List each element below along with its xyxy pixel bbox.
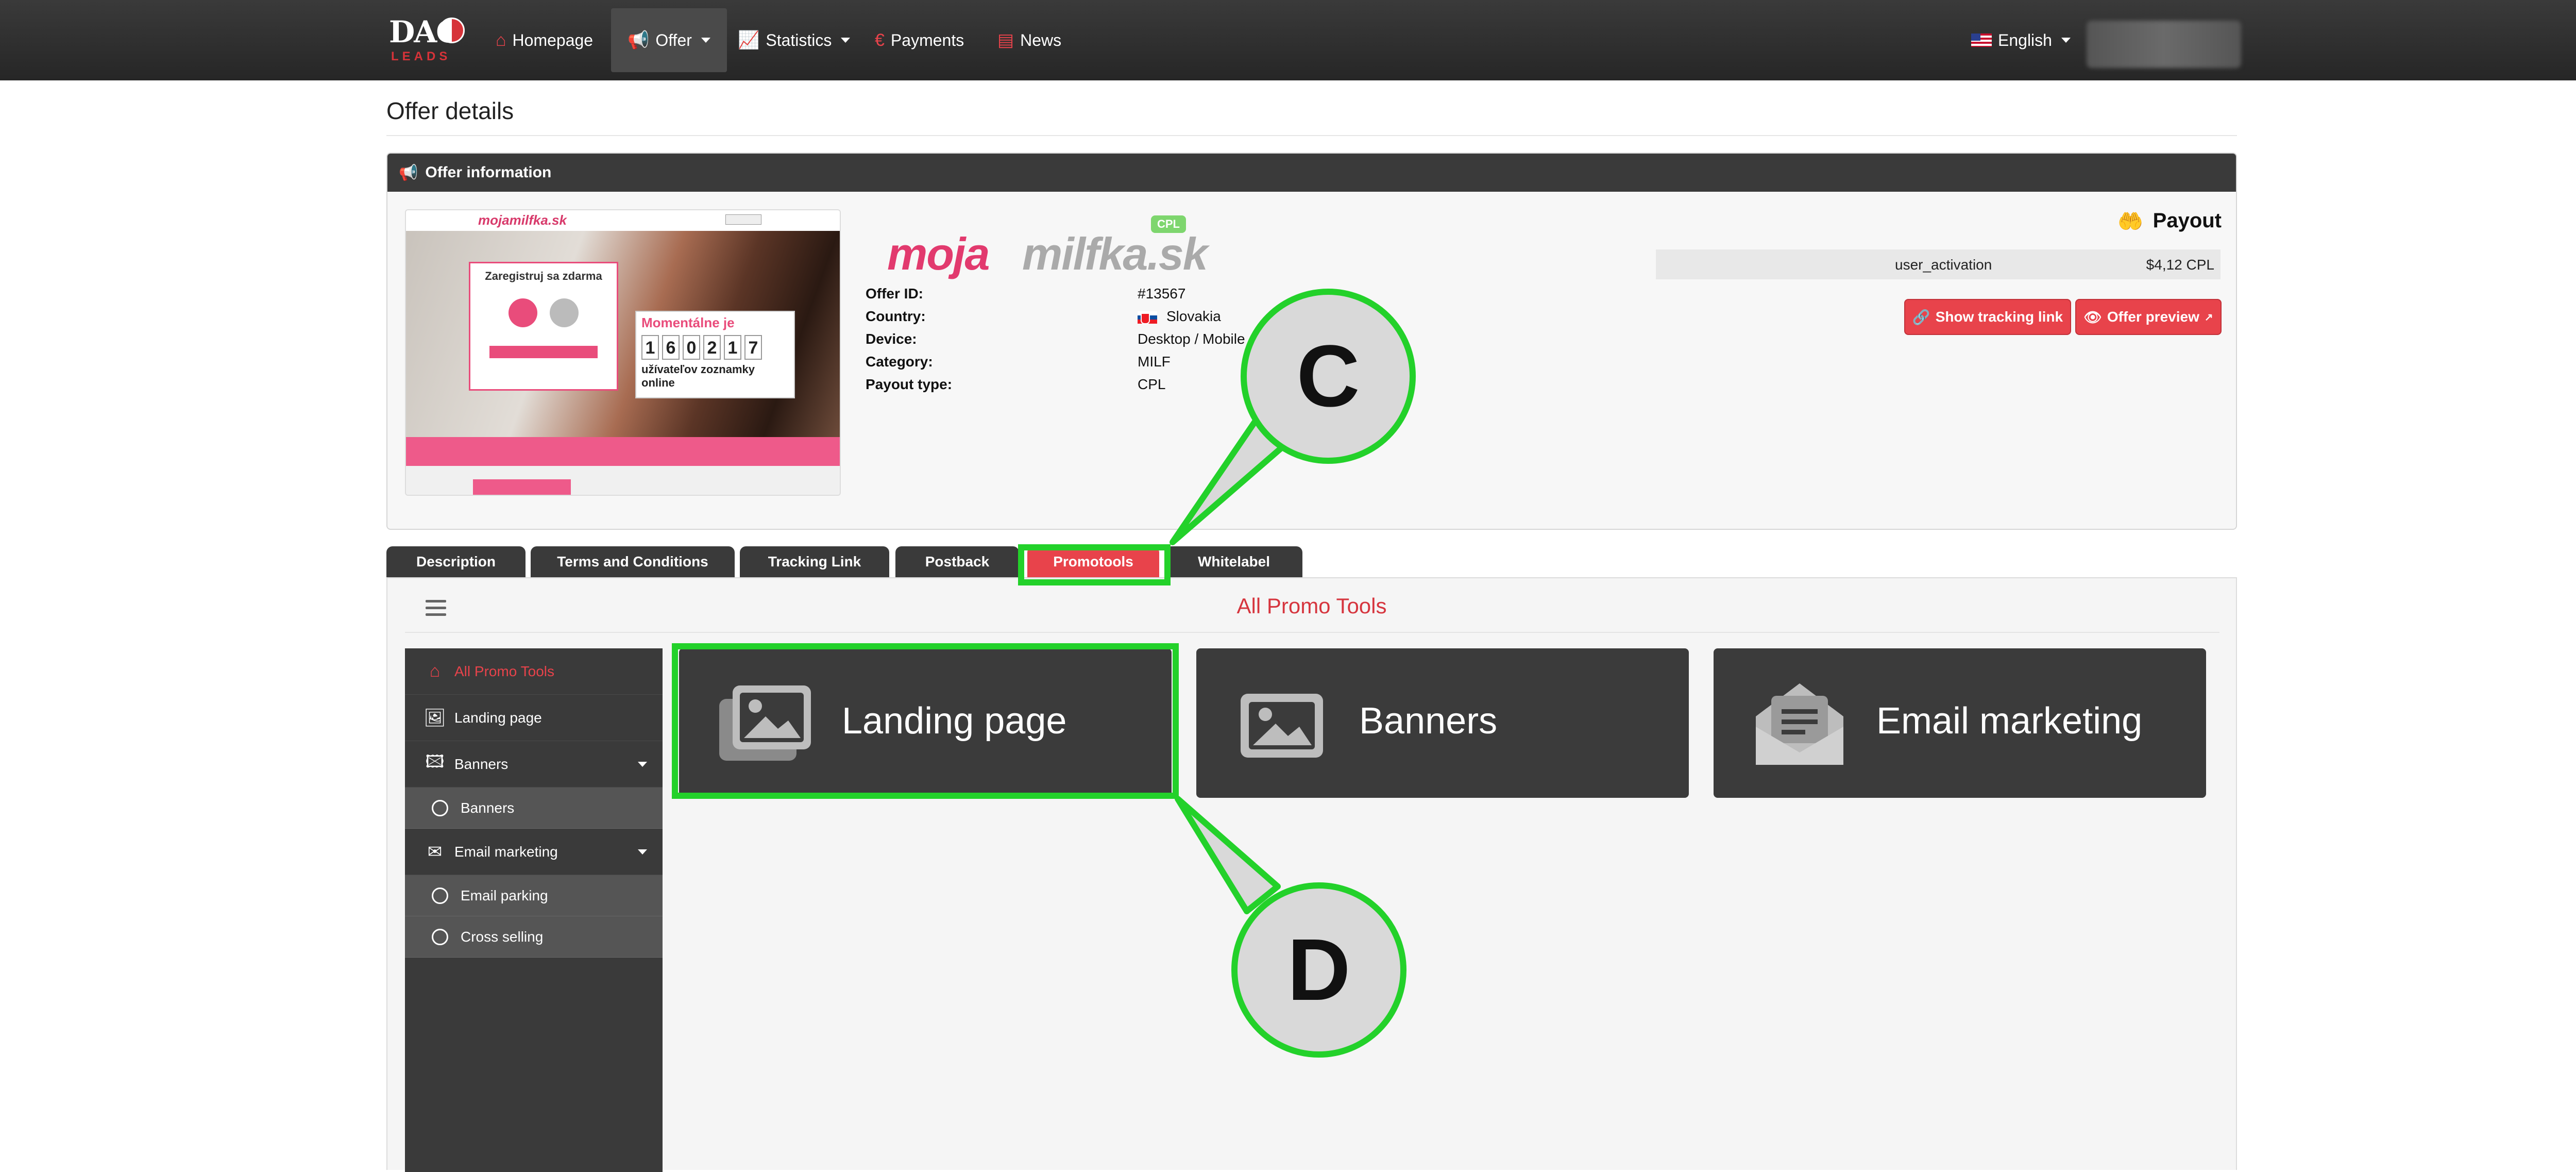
tab-postback[interactable]: Postback [895, 546, 1019, 577]
offer-brand-logo: moja milfka.sk CPL [887, 215, 1217, 279]
digit: 1 [641, 335, 659, 360]
landing-page-highlight-box [672, 643, 1179, 799]
external-link-icon: ↗ [2204, 311, 2213, 323]
sidebar-subitem-cross-selling[interactable]: Cross selling [405, 916, 663, 958]
show-tracking-link-button[interactable]: 🔗 Show tracking link [1904, 299, 2071, 335]
nav-homepage[interactable]: ⌂ Homepage [496, 0, 593, 80]
top-navbar: DAO LEADS ⌂ Homepage 📢 Offer 📈 Statistic… [0, 0, 2576, 80]
male-icon [509, 298, 537, 327]
nav-statistics[interactable]: 📈 Statistics [738, 0, 851, 80]
circle-icon [432, 799, 448, 816]
chevron-down-icon [2061, 38, 2071, 43]
nav-offer-label: Offer [655, 30, 692, 49]
user-menu-blurred[interactable] [2087, 21, 2241, 68]
nav-payments[interactable]: € Payments [875, 0, 964, 80]
callout-c: C [1241, 289, 1416, 464]
female-icon [550, 298, 579, 327]
card-email-marketing-label: Email marketing [1876, 700, 2143, 742]
brand-part2: milfka.sk [1022, 228, 1208, 279]
link-icon: 🔗 [1912, 309, 1930, 325]
offer-preview-image: mojamilfka.sk Zaregistruj sa zdarma Mome… [405, 209, 841, 496]
nav-homepage-label: Homepage [512, 30, 594, 49]
preview-brand: mojamilfka.sk [478, 212, 567, 228]
digit: 2 [703, 335, 721, 360]
divider [386, 135, 2237, 136]
chart-icon: 📈 [738, 30, 760, 50]
language-label: English [1998, 30, 2052, 49]
offer-preview-button[interactable]: 👁 Offer preview ↗ [2075, 299, 2222, 335]
sidebar-item-landing-page[interactable]: 🖼 Landing page [405, 695, 663, 741]
logo-subtext: LEADS [391, 49, 451, 63]
page-title: Offer details [386, 97, 514, 124]
slovakia-flag-icon [1138, 311, 1157, 324]
circle-icon [432, 887, 448, 904]
home-icon: ⌂ [429, 661, 440, 681]
promo-sidebar: ⌂ All Promo Tools 🖼 Landing page 🖾 Banne… [405, 648, 663, 1172]
circle-icon [432, 928, 448, 945]
envelope-open-icon [1756, 683, 1843, 765]
newspaper-icon: ▤ [997, 30, 1014, 50]
promo-tools-panel: All Promo Tools ⌂ All Promo Tools 🖼 Land… [386, 577, 2237, 1172]
envelope-open-icon: ✉ [427, 842, 443, 862]
chevron-down-icon [841, 38, 851, 43]
tab-tracking-link[interactable]: Tracking Link [740, 546, 889, 577]
nav-news[interactable]: ▤ News [997, 0, 1061, 80]
dao-leads-logo[interactable]: DAO LEADS [389, 14, 466, 66]
payout-value: $4,12 CPL [2146, 257, 2214, 273]
nav-statistics-label: Statistics [766, 30, 832, 49]
payout-title: Payout [2153, 209, 2222, 232]
digit: 7 [744, 335, 762, 360]
eye-icon: 👁 [2083, 309, 2102, 325]
image-icon: 🖾 [425, 752, 445, 772]
preview-counter: Momentálne je 1 6 0 2 1 7 užívateľov zoz… [635, 311, 795, 398]
chevron-down-icon [638, 849, 647, 855]
sidebar-item-email-marketing[interactable]: ✉ Email marketing [405, 829, 663, 875]
tab-whitelabel[interactable]: Whitelabel [1165, 546, 1302, 577]
nav-news-label: News [1020, 30, 1062, 49]
preview-counter-caption: užívateľov zoznamky online [641, 363, 755, 389]
digit: 0 [683, 335, 700, 360]
language-selector[interactable]: English [1971, 0, 2071, 80]
payout-row: user_activation $4,12 CPL [1656, 249, 2221, 279]
us-flag-icon [1971, 34, 1992, 47]
image-icon [1241, 694, 1323, 758]
card-banners-label: Banners [1359, 700, 1498, 742]
preview-register-box: Zaregistruj sa zdarma [469, 262, 618, 391]
images-icon: 🖼 [423, 708, 446, 728]
euro-icon: € [875, 30, 885, 50]
megaphone-icon: 📢 [628, 30, 650, 50]
tab-description[interactable]: Description [386, 546, 526, 577]
chevron-down-icon [701, 38, 710, 43]
callout-d: D [1231, 882, 1406, 1058]
digit: 6 [662, 335, 680, 360]
chevron-down-icon [638, 762, 647, 767]
promo-title: All Promo Tools [1236, 594, 1387, 618]
nav-payments-label: Payments [890, 30, 964, 49]
digit: 1 [724, 335, 741, 360]
panel-header: 📢 Offer information [387, 154, 2236, 192]
sidebar-subitem-email-parking[interactable]: Email parking [405, 875, 663, 916]
tab-terms-and-conditions[interactable]: Terms and Conditions [531, 546, 735, 577]
promotools-highlight-box [1018, 544, 1171, 585]
sidebar-item-banners[interactable]: 🖾 Banners [405, 741, 663, 788]
sidebar-subitem-banners[interactable]: Banners [405, 788, 663, 829]
sidebar-item-all-promo-tools[interactable]: ⌂ All Promo Tools [405, 648, 663, 695]
panel-title: Offer information [425, 164, 552, 181]
megaphone-icon: 📢 [399, 164, 418, 181]
cpl-badge: CPL [1151, 215, 1186, 233]
home-icon: ⌂ [496, 30, 506, 50]
brand-part1: moja [887, 228, 990, 279]
preview-counter-title: Momentálne je [641, 315, 735, 330]
card-email-marketing[interactable]: Email marketing [1714, 648, 2206, 798]
payout-name: user_activation [1895, 257, 1992, 273]
yin-yang-icon [439, 18, 465, 43]
nav-offer[interactable]: 📢 Offer [611, 8, 727, 72]
card-banners[interactable]: Banners [1196, 648, 1689, 798]
preview-register-title: Zaregistruj sa zdarma [485, 270, 602, 282]
